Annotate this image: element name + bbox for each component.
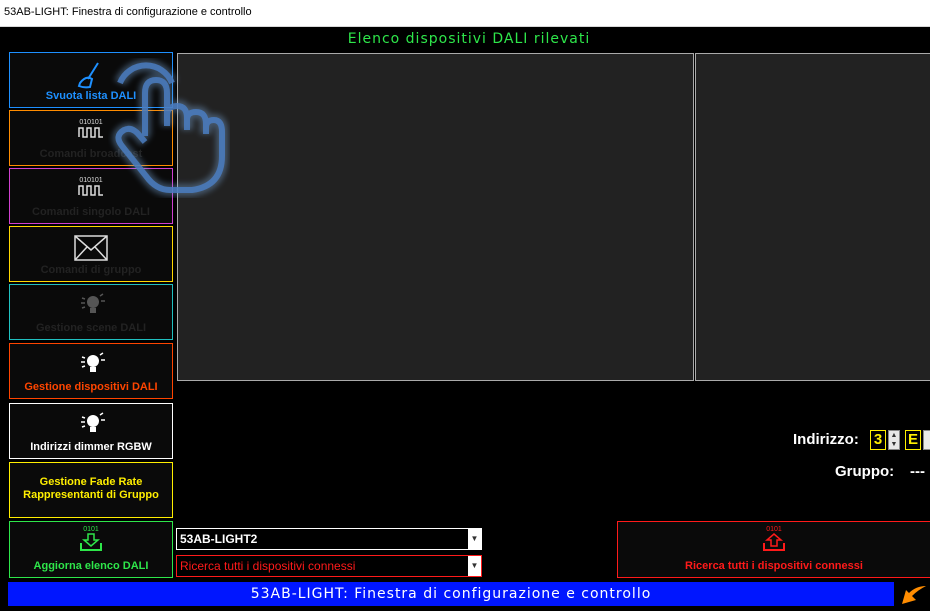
action-select[interactable]: Ricerca tutti i dispositivi connessi ▼: [176, 555, 482, 577]
device-management-button[interactable]: Gestione dispositivi DALI: [9, 343, 173, 399]
address-type-value[interactable]: E: [905, 430, 921, 450]
address-type-spinner[interactable]: [923, 430, 930, 450]
footer-title-bar: 53AB-LIGHT: Finestra di configurazione e…: [8, 582, 894, 606]
address-spinner[interactable]: ▲ ▼: [888, 430, 900, 450]
device-list-panel[interactable]: [177, 53, 694, 381]
group-commands-label: Comandi di gruppo: [40, 264, 142, 276]
chevron-down-icon[interactable]: ▼: [468, 556, 481, 576]
scene-management-button[interactable]: Gestione scene DALI: [9, 284, 173, 340]
device-list-title: Elenco dispositivi DALI rilevati: [347, 31, 591, 47]
address-value[interactable]: 3: [870, 430, 886, 450]
binary-code-text: 010101: [79, 177, 103, 184]
single-dali-commands-label: Comandi singolo DALI: [32, 206, 150, 218]
broadcast-commands-label: Comandi broadcast: [39, 148, 143, 160]
group-commands-button[interactable]: Comandi di gruppo: [9, 226, 173, 282]
binary-signal-icon: 010101: [10, 119, 172, 138]
address-label: Indirizzo:: [793, 431, 859, 448]
footer-title: 53AB-LIGHT: Finestra di configurazione e…: [250, 586, 652, 602]
search-devices-button[interactable]: 0101 Ricerca tutti i dispositivi conness…: [617, 521, 930, 578]
update-dali-list-label: Aggiorna elenco DALI: [33, 560, 149, 572]
fade-rate-management-label: Gestione Fade Rate Rappresentanti di Gru…: [23, 476, 159, 501]
lightbulb-icon: [10, 352, 172, 376]
device-detail-panel[interactable]: [695, 53, 930, 381]
single-dali-commands-button[interactable]: 010101 Comandi singolo DALI: [9, 168, 173, 224]
scene-management-label: Gestione scene DALI: [35, 322, 147, 334]
action-select-value: Ricerca tutti i dispositivi connessi: [180, 559, 356, 573]
rgbw-dimmer-addresses-label: Indirizzi dimmer RGBW: [30, 441, 152, 453]
chevron-down-icon[interactable]: ▼: [468, 529, 481, 549]
binary-signal-icon: 010101: [10, 177, 172, 196]
device-select[interactable]: 53AB-LIGHT2 ▼: [176, 528, 482, 550]
lightbulb-icon: [10, 412, 172, 436]
search-devices-label: Ricerca tutti i dispositivi connessi: [685, 560, 863, 572]
device-select-value: 53AB-LIGHT2: [180, 532, 258, 546]
binary-code-text: 010101: [79, 119, 103, 126]
rgbw-dimmer-addresses-button[interactable]: Indirizzi dimmer RGBW: [9, 403, 173, 459]
window-title-bar: 53AB-LIGHT: Finestra di configurazione e…: [0, 0, 930, 27]
fade-rate-management-button[interactable]: Gestione Fade Rate Rappresentanti di Gru…: [9, 462, 173, 518]
clear-dali-list-label: Svuota lista DALI: [45, 90, 137, 102]
envelope-icon: [10, 235, 172, 261]
broadcast-commands-button[interactable]: 010101 Comandi broadcast: [9, 110, 173, 166]
group-label: Gruppo:: [835, 463, 895, 480]
lightbulb-icon: [10, 293, 172, 317]
device-management-label: Gestione dispositivi DALI: [24, 381, 158, 393]
download-icon: 0101: [10, 526, 172, 551]
window-title: 53AB-LIGHT: Finestra di configurazione e…: [4, 6, 252, 18]
back-arrow-icon[interactable]: [898, 582, 930, 606]
device-list-header: Elenco dispositivi DALI rilevati: [8, 28, 930, 50]
clear-dali-list-button[interactable]: Svuota lista DALI: [9, 52, 173, 108]
group-value: ---: [910, 463, 925, 480]
upload-icon: 0101: [618, 526, 930, 551]
update-code-text: 0101: [83, 526, 99, 533]
update-dali-list-button[interactable]: 0101 Aggiorna elenco DALI: [9, 521, 173, 578]
broom-icon: [10, 61, 172, 89]
search-code-text: 0101: [766, 526, 782, 533]
